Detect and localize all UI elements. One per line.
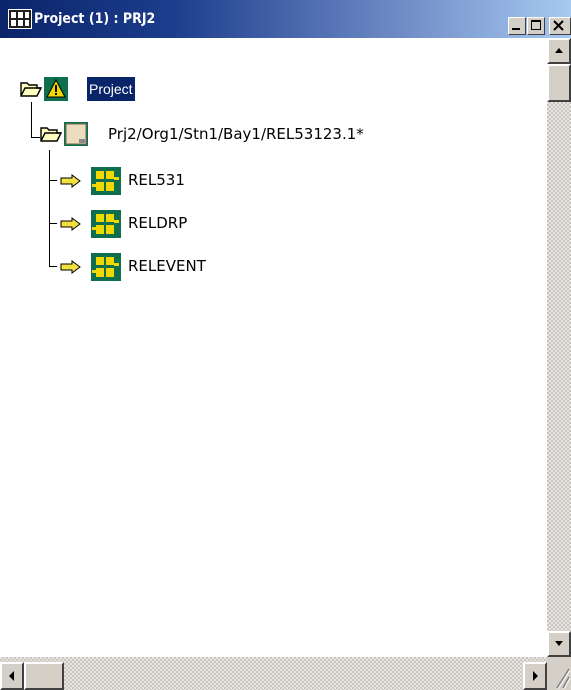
project-label[interactable]: Project: [87, 77, 135, 101]
function-block-icon: [91, 253, 121, 281]
open-folder-icon: [40, 127, 62, 142]
tree-connector: [31, 102, 32, 138]
rel531-label[interactable]: REL531: [128, 169, 185, 191]
function-block-icon: [91, 210, 121, 238]
function-block-icon: [91, 167, 121, 195]
close-icon: [553, 20, 564, 31]
ied-label[interactable]: Prj2/Org1/Stn1/Bay1/REL53123.1*: [108, 123, 364, 145]
arrow-left-icon: [9, 671, 14, 681]
close-button[interactable]: [549, 17, 571, 35]
open-folder-icon: [20, 82, 42, 97]
minimize-button[interactable]: [508, 17, 526, 35]
tree-connector: [49, 223, 57, 224]
window-title: Project (1) : PRJ2: [34, 11, 156, 27]
scroll-right-button[interactable]: [523, 662, 547, 690]
arrow-down-icon: [555, 641, 563, 646]
resize-grip[interactable]: [547, 657, 571, 690]
horizontal-scroll-thumb[interactable]: [24, 662, 64, 690]
maximize-button[interactable]: [527, 17, 545, 35]
resize-grip-icon: [556, 668, 571, 690]
arrow-right-icon: [60, 174, 81, 188]
arrow-right-icon: [533, 671, 538, 681]
minimize-icon: [512, 28, 520, 30]
scroll-up-button[interactable]: [547, 38, 571, 64]
project-tree[interactable]: Project Prj2/Org1/Stn1/Bay1/REL53123.1*: [0, 38, 547, 657]
scroll-down-button[interactable]: [547, 631, 571, 657]
client-area: Project Prj2/Org1/Stn1/Bay1/REL53123.1*: [0, 38, 571, 690]
relevent-label[interactable]: RELEVENT: [128, 255, 206, 277]
arrow-right-icon: [60, 217, 81, 231]
tree-connector: [49, 266, 57, 267]
arrow-right-icon: [60, 260, 81, 274]
project-app-icon: [8, 9, 32, 29]
tree-connector: [49, 180, 57, 181]
vertical-scrollbar[interactable]: [547, 38, 571, 657]
title-bar[interactable]: Project (1) : PRJ2: [0, 0, 571, 38]
tree-connector: [31, 137, 40, 138]
arrow-up-icon: [555, 48, 563, 53]
tree-connector: [49, 150, 50, 266]
ied-icon: [64, 122, 88, 146]
reldrp-label[interactable]: RELDRP: [128, 212, 187, 234]
project-warning-icon: [44, 77, 68, 101]
maximize-icon: [531, 20, 541, 30]
vertical-scroll-thumb[interactable]: [547, 64, 571, 102]
project-window: Project (1) : PRJ2 Project Prj2/Org1/Stn…: [0, 0, 571, 690]
scroll-left-button[interactable]: [0, 662, 24, 690]
horizontal-scrollbar[interactable]: [0, 657, 547, 690]
